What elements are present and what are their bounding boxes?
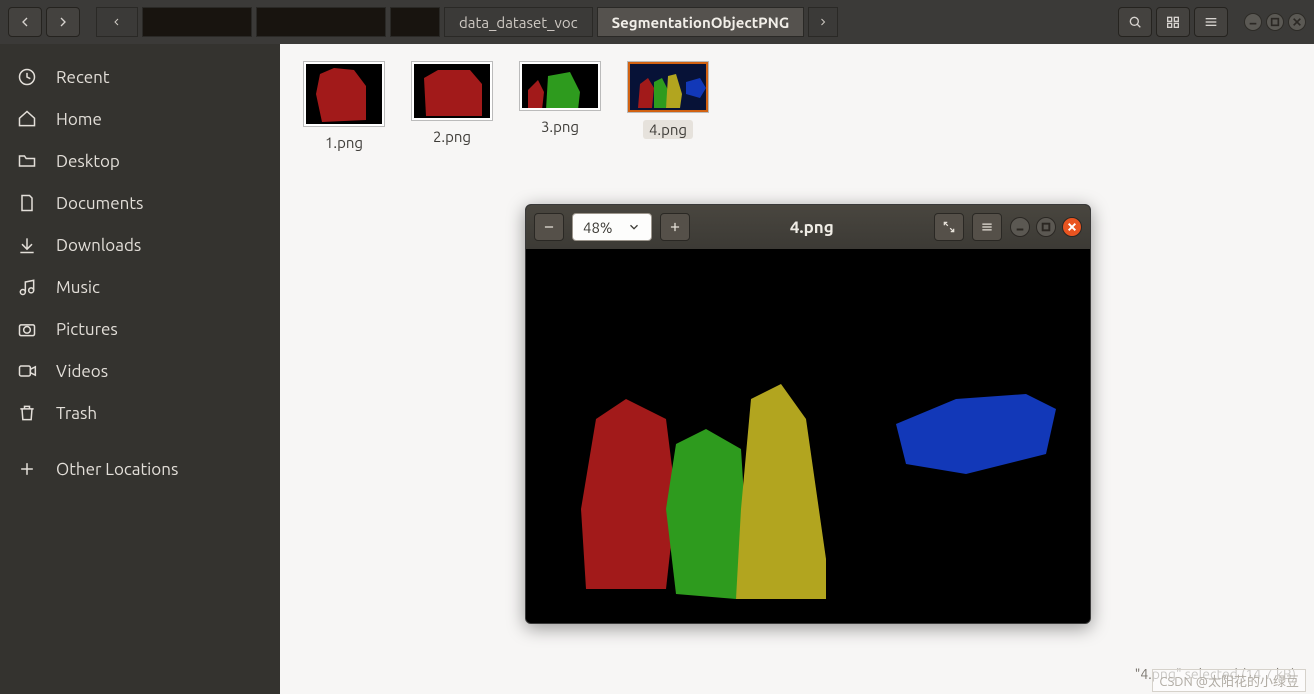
breadcrumb-next-pointer[interactable] — [808, 7, 838, 37]
sidebar-item-desktop[interactable]: Desktop — [0, 140, 280, 182]
chevron-down-icon — [627, 220, 641, 234]
file-name-label: 3.png — [541, 118, 579, 135]
thumbnail-icon — [520, 62, 600, 110]
breadcrumb-item-2[interactable]: SegmentationObjectPNG — [597, 7, 805, 37]
breadcrumb-item-hidden-2[interactable] — [390, 7, 440, 37]
image-viewer-title: 4.png — [698, 218, 926, 237]
sidebar-item-home[interactable]: Home — [0, 98, 280, 140]
breadcrumb-item-1[interactable]: data_dataset_voc — [444, 7, 593, 37]
file-manager-toolbar: data_dataset_voc SegmentationObjectPNG — [0, 0, 1314, 44]
viewer-window-controls — [1010, 217, 1082, 237]
viewer-close-button[interactable] — [1062, 217, 1082, 237]
viewer-minimize-button[interactable] — [1010, 217, 1030, 237]
breadcrumb-item-0[interactable] — [142, 7, 252, 37]
hamburger-menu-button[interactable] — [1194, 7, 1228, 37]
zoom-in-button[interactable] — [660, 213, 690, 241]
image-viewer-canvas — [526, 249, 1090, 623]
view-mode-button[interactable] — [1156, 7, 1190, 37]
window-close-button[interactable] — [1288, 13, 1306, 31]
window-minimize-button[interactable] — [1244, 13, 1262, 31]
image-viewer-window: 48% 4.png — [525, 204, 1091, 624]
sidebar-item-label: Home — [56, 110, 102, 129]
file-manager-window-controls — [1244, 13, 1306, 31]
clock-icon — [16, 66, 38, 88]
viewer-menu-button[interactable] — [972, 213, 1002, 241]
music-icon — [16, 276, 38, 298]
sidebar-item-documents[interactable]: Documents — [0, 182, 280, 224]
file-item[interactable]: 3.png — [520, 62, 600, 135]
fullscreen-button[interactable] — [934, 213, 964, 241]
file-name-label: 1.png — [325, 134, 363, 151]
breadcrumb-prev-pointer[interactable] — [96, 7, 138, 37]
document-icon — [16, 192, 38, 214]
sidebar-item-label: Videos — [56, 362, 108, 381]
file-item-selected[interactable]: 4.png — [628, 62, 708, 139]
sidebar-item-label: Downloads — [56, 236, 141, 255]
sidebar-item-music[interactable]: Music — [0, 266, 280, 308]
zoom-out-button[interactable] — [534, 213, 564, 241]
thumbnail-icon — [412, 62, 492, 120]
nav-back-button[interactable] — [8, 7, 42, 37]
watermark-label: CSDN @太阳花的小绿豆 — [1152, 669, 1306, 692]
nav-forward-button[interactable] — [46, 7, 80, 37]
sidebar-item-other-locations[interactable]: Other Locations — [0, 448, 280, 490]
trash-icon — [16, 402, 38, 424]
search-button[interactable] — [1118, 7, 1152, 37]
places-sidebar: Recent Home Desktop Documents Downloads … — [0, 44, 280, 694]
sidebar-item-label: Desktop — [56, 152, 120, 171]
image-viewer-titlebar[interactable]: 48% 4.png — [526, 205, 1090, 249]
sidebar-item-label: Trash — [56, 404, 97, 423]
sidebar-item-label: Pictures — [56, 320, 118, 339]
plus-icon — [16, 458, 38, 480]
home-icon — [16, 108, 38, 130]
sidebar-item-label: Documents — [56, 194, 143, 213]
sidebar-item-label: Other Locations — [56, 460, 178, 479]
sidebar-item-trash[interactable]: Trash — [0, 392, 280, 434]
sidebar-item-downloads[interactable]: Downloads — [0, 224, 280, 266]
zoom-level-label: 48% — [583, 219, 613, 236]
download-icon — [16, 234, 38, 256]
sidebar-item-label: Music — [56, 278, 100, 297]
thumbnail-icon — [628, 62, 708, 112]
sidebar-item-label: Recent — [56, 68, 110, 87]
sidebar-item-recent[interactable]: Recent — [0, 56, 280, 98]
file-item[interactable]: 1.png — [304, 62, 384, 151]
video-icon — [16, 360, 38, 382]
sidebar-item-videos[interactable]: Videos — [0, 350, 280, 392]
viewer-maximize-button[interactable] — [1036, 217, 1056, 237]
file-item[interactable]: 2.png — [412, 62, 492, 145]
breadcrumb-item-hidden[interactable] — [256, 7, 386, 37]
zoom-level-dropdown[interactable]: 48% — [572, 213, 652, 241]
sidebar-item-pictures[interactable]: Pictures — [0, 308, 280, 350]
window-maximize-button[interactable] — [1266, 13, 1284, 31]
file-name-label: 2.png — [433, 128, 471, 145]
folder-icon — [16, 150, 38, 172]
camera-icon — [16, 318, 38, 340]
file-name-label: 4.png — [643, 120, 693, 139]
thumbnail-icon — [304, 62, 384, 126]
